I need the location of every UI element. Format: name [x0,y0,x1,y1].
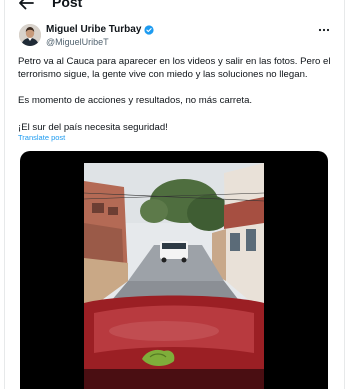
translate-link[interactable]: Translate post [18,133,65,143]
author-name[interactable]: Miguel Uribe Turbay [46,24,141,36]
verified-badge-icon [144,25,154,35]
post-header: Post [4,0,345,14]
author-name-row: Miguel Uribe Turbay [46,24,154,36]
video-frame [84,163,264,389]
tweet-paragraph-3: ¡El sur del país necesita seguridad! [18,122,168,133]
page-title: Post [52,0,83,10]
more-dots-icon[interactable] [318,27,330,33]
author-handle[interactable]: @MiguelUribeT [46,37,154,48]
avatar[interactable] [19,24,41,46]
tweet-paragraph-1: Petro va al Cauca para aparecer en los v… [18,56,331,80]
arrow-left-icon[interactable] [18,0,34,10]
author-block: Miguel Uribe Turbay @MiguelUribeT [46,24,154,48]
post-page: Post Miguel Uribe Turbay @MiguelUribeT P… [0,0,350,389]
video-player[interactable] [20,151,328,389]
tweet-paragraph-2: Es momento de acciones y resultados, no … [18,95,253,106]
video-still [84,163,264,389]
avatar-image [19,24,41,46]
